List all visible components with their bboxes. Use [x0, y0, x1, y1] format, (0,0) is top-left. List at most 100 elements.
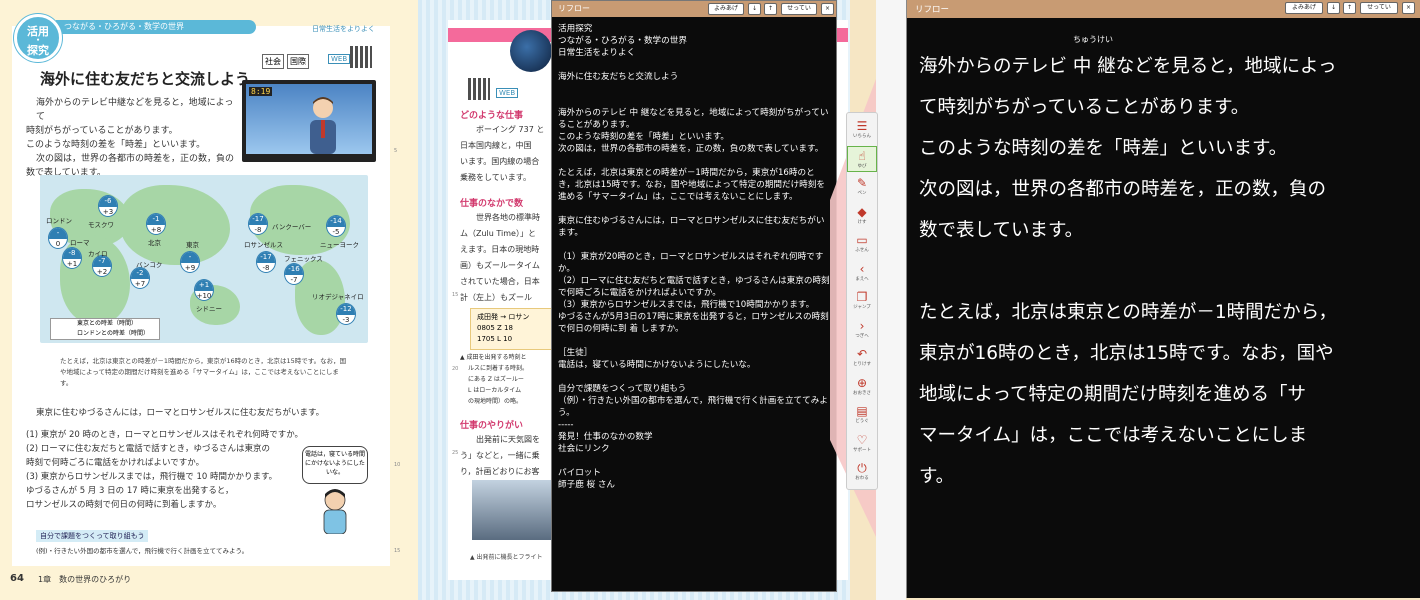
page-number: 64 [10, 573, 24, 584]
flight-note-line: ▲ 成田を出発する時刻と [460, 354, 527, 361]
reflow-line-large: 次の図は，世界の各都市の時差を，正の数，負の [919, 179, 1327, 200]
intro-paragraph: 海外からのテレビ中継などを見ると，地域によって 時刻がちがっていることがあります… [26, 96, 236, 180]
toolbar-hand-button[interactable]: ☝ ゆび [847, 145, 877, 172]
list-icon: ☰ [856, 119, 868, 133]
toolbar-power-button[interactable]: ⏻ おわる [847, 459, 877, 485]
mid-line: います。国内線の場合 [460, 157, 540, 166]
city-vancouver: バンクーバー [272, 223, 312, 231]
toolbar-pen-button[interactable]: ✎ ペン [847, 174, 877, 200]
toolbar-label: つぎへ [855, 333, 869, 339]
qr-code-right[interactable] [468, 78, 490, 100]
scroll-down-button[interactable]: ↓ [748, 3, 761, 15]
mid-line: り，計画どおりにお客 [460, 467, 540, 476]
reflow-panel-small: リフロー よみあげ ↓ ↑ せってい × 活用探究 つながる・ひろがる・数学の世界… [551, 0, 837, 592]
mid-text-block-2: 世界各地の標準時 ム（Zulu Time）」と えます。日本の現地時 画）もズー… [460, 210, 540, 306]
tz-sydney: +1 +10 [194, 279, 214, 301]
toolbar-label: ジャンプ [853, 305, 871, 310]
city-cairo: カイロ [88, 250, 108, 258]
web-link[interactable]: WEB [328, 54, 351, 64]
scroll-up-button[interactable]: ↑ [764, 3, 777, 15]
tz-london: -0 [48, 227, 68, 249]
city-london: ロンドン [46, 217, 72, 225]
read-aloud-button[interactable]: よみあげ [1285, 2, 1323, 14]
read-aloud-button[interactable]: よみあげ [708, 3, 744, 15]
reflow-line: ゆづるさんが5月3日の17時に東京を出発すると，ロサンゼルスの時刻で何日の何時に… [558, 312, 829, 334]
reflow-titlebar-large[interactable]: リフロー よみあげ ↓ ↑ せってい × [907, 0, 1420, 18]
task-text: (例)・行きたい外国の都市を選んで，飛行機で行く計画を立ててみよう。 [36, 547, 249, 555]
settings-button[interactable]: せってい [781, 3, 817, 15]
reflow-title: リフロー [558, 4, 590, 13]
toolbar-sticky-button[interactable]: ▭ ふせん [847, 231, 877, 257]
body-line: このような時刻の差を「時差」といいます。 [26, 140, 206, 150]
mid-line: 乗務をしています。 [460, 173, 531, 182]
body-line: 海外からのテレビ中継などを見ると，地域によって [36, 98, 234, 122]
reflow-line: 自分で課題をつくって取り組もう [558, 384, 687, 394]
reflow-line [558, 335, 830, 347]
toolbar-tool-button[interactable]: ▤ どうぐ [847, 402, 877, 428]
heading-rewarding: 仕事のやりがい [460, 421, 524, 431]
reflow-line: 東京に住むゆづるさんには，ローマとロサンゼルスに住む友だちがいます。 [558, 216, 825, 238]
reflow-line: 発見！仕事のなかの数学 [558, 432, 653, 442]
toolbar-zoom-button[interactable]: ⊕ おおきさ [847, 374, 877, 400]
toolbar-undo-button[interactable]: ↶ とりけす [847, 345, 877, 371]
reflow-line: 社会にリンク [558, 444, 610, 454]
toolbar-label: まえへ [855, 276, 869, 282]
toolbar-back-button[interactable]: ‹ まえへ [847, 260, 877, 286]
toolbar-support-button[interactable]: ♡ サポート [847, 431, 877, 457]
student-icon [323, 489, 347, 534]
power-icon: ⏻ [857, 461, 867, 475]
mid-text-block-1: ボーイング 737 と 日本国内線と，中国 います。国内線の場合 乗務をしていま… [460, 122, 544, 186]
reflow-line-large: て時刻がちがっていることがあります。 [919, 97, 1250, 118]
reflow-line-large [919, 251, 1413, 292]
reflow-titlebar[interactable]: リフロー よみあげ ↓ ↑ せってい × [552, 1, 836, 17]
tz-bangkok: -2 +7 [130, 267, 150, 289]
scroll-up-button[interactable]: ↑ [1343, 2, 1356, 14]
support-icon: ♡ [856, 432, 868, 447]
toolbar-list-button[interactable]: ☰ いちらん [847, 117, 877, 143]
qr-code[interactable] [350, 46, 372, 68]
reflow-line: （2）ローマに住む友だちと電話で話すとき，ゆづるさんは東京の時刻で何時ごろに電話… [558, 276, 830, 298]
city-beijing: 北京 [148, 239, 161, 247]
ruby-chuukei: ちゅうけい [1073, 35, 1113, 44]
reflow-line [558, 203, 830, 215]
mid-line: 計（左上）もズール [460, 293, 532, 302]
close-button[interactable]: × [1402, 2, 1415, 14]
reflow-text-small: 活用探究 つながる・ひろがる・数学の世界 日常生活をよりよく 海外に住む友だちと交流… [558, 23, 830, 491]
gutter [876, 0, 906, 600]
reflow-line: 海外に住む友だちと交流しよう [558, 72, 679, 82]
pen-icon: ✎ [856, 176, 868, 190]
reflow-line: 海外からのテレビ 中 継などを見ると，地域によって時刻がちがっていることがありま… [558, 108, 829, 130]
flight-note-line: の現地時間）の略。 [468, 398, 523, 405]
side-toolbar: ☰ いちらん ☝ ゆび ✎ ペン ◆ けす ▭ ふせん ‹ まえへ ❐ ジャンプ › つぎへ ↶ とりけす ⊕ おおき… [846, 112, 878, 490]
settings-button[interactable]: せってい [1360, 2, 1398, 14]
photo-caption: ▲ 出発前に機長とフライト [470, 554, 543, 561]
legend-tokyo: 東京との時差（時間） [77, 320, 137, 327]
page-footer: 64 1章 数の世界のひろがり [0, 570, 418, 588]
map-legend: 東京との時差（時間） ロンドンとの時差（時間） [50, 318, 160, 340]
reader-app: 活用 • 探究 つながる・ひろがる・数学の世界 日常生活をよりよく 社会 国際 … [0, 0, 1420, 600]
katsuyou-badge: 活用 • 探究 [14, 14, 62, 62]
web-link-right[interactable]: WEB [496, 88, 519, 98]
reflow-line [558, 371, 830, 383]
tz-cairo: -7 +2 [92, 255, 112, 277]
flight-note: ▲ 成田を出発する時刻と ルスに到着する時刻。 にある Z はズールー L はロ… [460, 352, 528, 407]
question-line: ゆづるさんが 5 月 3 日の 17 時に東京を出発すると， [26, 486, 234, 496]
heading-job: どのような仕事 [460, 111, 524, 121]
city-sydney: シドニー [196, 305, 222, 313]
land-asia [120, 185, 230, 265]
flight-time-box: 成田発 → ロサン 0805 Z 18 1705 L 10 [470, 308, 552, 350]
hand-icon: ☝ [858, 148, 866, 163]
scroll-down-button[interactable]: ↓ [1327, 2, 1340, 14]
toolbar-jump-button[interactable]: ❐ ジャンプ [847, 288, 877, 314]
tz-rome: -8 +1 [62, 247, 82, 269]
toolbar-label: ふせん [855, 248, 869, 253]
tool-icon: ▤ [856, 404, 868, 418]
reflow-line: ----- [558, 420, 574, 430]
toolbar-next-button[interactable]: › つぎへ [847, 317, 877, 343]
flight-note-line: L はローカルタイム [468, 387, 522, 394]
tag-international: 国際 [287, 54, 309, 69]
toolbar-eraser-button[interactable]: ◆ けす [847, 203, 877, 229]
tz-vancouver: -17 -8 [248, 213, 268, 235]
reflow-line [558, 239, 830, 251]
legend-london: ロンドンとの時差（時間） [77, 330, 149, 337]
